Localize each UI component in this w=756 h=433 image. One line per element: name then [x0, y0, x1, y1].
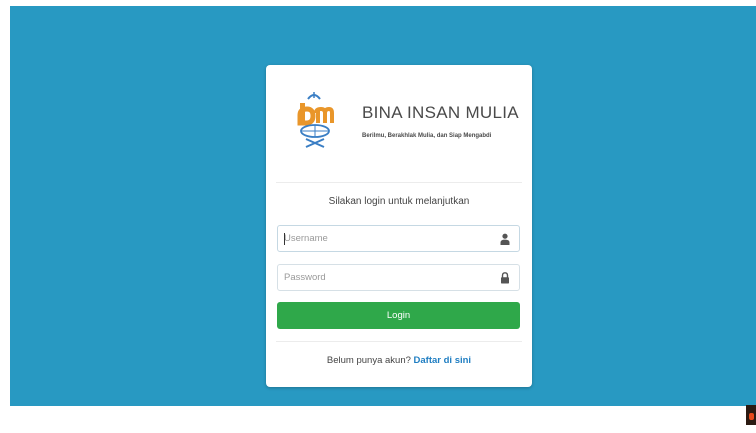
username-field[interactable] — [277, 225, 520, 252]
brand-name: BINA INSAN MULIA — [362, 103, 519, 122]
register-prompt: Belum punya akun? Daftar di sini — [266, 355, 532, 366]
login-card: BINA INSAN MULIA Berilmu, Berakhlak Muli… — [266, 65, 532, 387]
username-input[interactable] — [278, 226, 498, 251]
password-field[interactable] — [277, 264, 520, 291]
lock-icon — [501, 272, 509, 284]
divider — [276, 341, 522, 342]
brand-tagline: Berilmu, Berakhlak Mulia, dan Siap Menga… — [362, 133, 492, 139]
text-cursor — [284, 233, 285, 245]
register-link[interactable]: Daftar di sini — [414, 355, 472, 366]
divider — [276, 182, 522, 183]
login-prompt: Silakan login untuk melanjutkan — [328, 196, 470, 207]
page-background: BINA INSAN MULIA Berilmu, Berakhlak Muli… — [10, 6, 756, 406]
brand-header: BINA INSAN MULIA Berilmu, Berakhlak Muli… — [294, 89, 524, 155]
password-input[interactable] — [278, 265, 498, 290]
register-text: Belum punya akun? — [326, 355, 414, 366]
app-icon[interactable] — [746, 405, 756, 425]
login-button[interactable]: Login — [277, 302, 520, 329]
bim-logo — [297, 92, 334, 148]
user-icon — [500, 233, 510, 245]
